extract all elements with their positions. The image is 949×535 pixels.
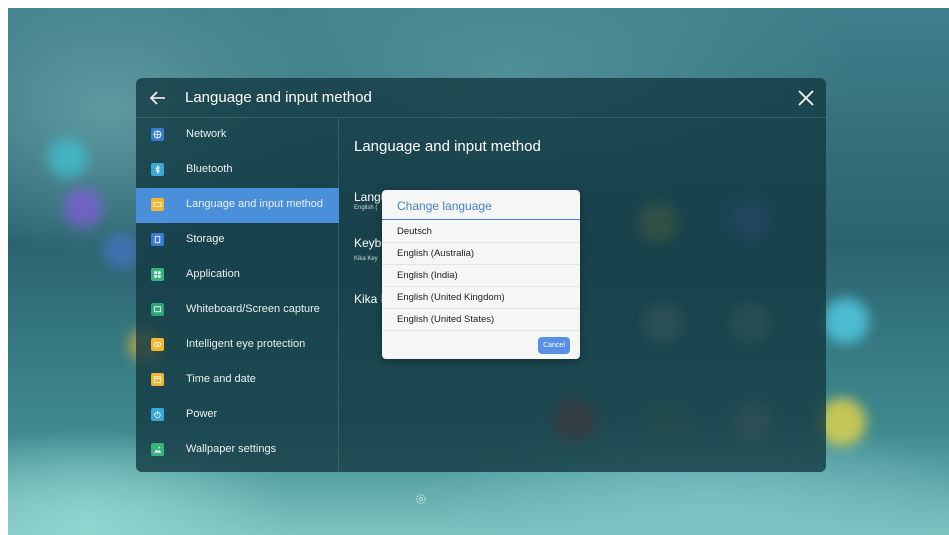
storage-icon: [151, 233, 164, 246]
bluetooth-icon: [151, 163, 164, 176]
sidebar-item-label: Wallpaper settings: [186, 443, 277, 455]
wallpaper-icon: [151, 443, 164, 456]
sidebar-item-label: Application: [186, 268, 240, 280]
row-subtitle: Kika Key: [354, 256, 378, 262]
app-icon-blur: [103, 233, 139, 269]
language-option-english-us[interactable]: English (United States): [382, 309, 580, 331]
sidebar-item-label: Time and date: [186, 373, 256, 385]
close-icon[interactable]: [796, 88, 816, 108]
keyboard-icon: [151, 198, 164, 211]
sidebar-item-whiteboard[interactable]: Whiteboard/Screen capture: [136, 293, 339, 328]
sidebar-item-label: Language and input method: [186, 198, 324, 210]
network-icon: [151, 128, 164, 141]
option-label: English (India): [397, 270, 458, 281]
app-icon-blur: [48, 138, 88, 178]
application-icon: [151, 268, 164, 281]
sidebar-item-language[interactable]: Language and input method: [136, 188, 339, 223]
sidebar-item-label: Power: [186, 408, 218, 420]
screen-capture-icon: [151, 303, 164, 316]
power-icon: [151, 408, 164, 421]
language-option-english-uk[interactable]: English (United Kingdom): [382, 287, 580, 309]
language-option-english-india[interactable]: English (India): [382, 265, 580, 287]
settings-sidebar: Network Bluetooth Language and input met…: [136, 118, 339, 472]
title-bar: Language and input method: [136, 78, 826, 118]
calendar-icon: [151, 373, 164, 386]
sidebar-item-label: Storage: [186, 233, 225, 245]
sidebar-item-label: Intelligent eye protection: [186, 338, 306, 350]
sidebar-item-eye-protection[interactable]: Intelligent eye protection: [136, 328, 339, 363]
row-subtitle: English (: [354, 205, 378, 211]
sidebar-item-time-date[interactable]: Time and date: [136, 363, 339, 398]
gear-icon[interactable]: [414, 492, 428, 506]
app-icon-blur: [63, 188, 103, 228]
language-option-english-australia[interactable]: English (Australia): [382, 243, 580, 265]
window-title: Language and input method: [185, 89, 372, 106]
sidebar-item-network[interactable]: Network: [136, 118, 339, 153]
cancel-button[interactable]: Cancel: [538, 337, 570, 354]
dialog-divider: [382, 219, 580, 220]
content-title: Language and input method: [354, 138, 541, 155]
dialog-title: Change language: [397, 199, 492, 213]
option-label: English (United States): [397, 314, 495, 325]
back-arrow-icon[interactable]: [148, 88, 168, 108]
sidebar-item-label: Whiteboard/Screen capture: [186, 303, 320, 315]
sidebar-item-application[interactable]: Application: [136, 258, 339, 293]
option-label: Deutsch: [397, 226, 432, 237]
option-label: English (United Kingdom): [397, 292, 505, 303]
sidebar-item-power[interactable]: Power: [136, 398, 339, 433]
row-title: Kika I: [354, 292, 385, 306]
eye-icon: [151, 338, 164, 351]
sidebar-item-wallpaper[interactable]: Wallpaper settings: [136, 433, 339, 468]
sidebar-item-label: Network: [186, 128, 227, 140]
app-icon-blur: [823, 298, 869, 344]
sidebar-item-label: Bluetooth: [186, 163, 233, 175]
sidebar-item-storage[interactable]: Storage: [136, 223, 339, 258]
language-option-deutsch[interactable]: Deutsch: [382, 221, 580, 243]
option-label: English (Australia): [397, 248, 475, 259]
sidebar-item-bluetooth[interactable]: Bluetooth: [136, 153, 339, 188]
change-language-dialog: Change language Deutsch English (Austral…: [382, 190, 580, 359]
